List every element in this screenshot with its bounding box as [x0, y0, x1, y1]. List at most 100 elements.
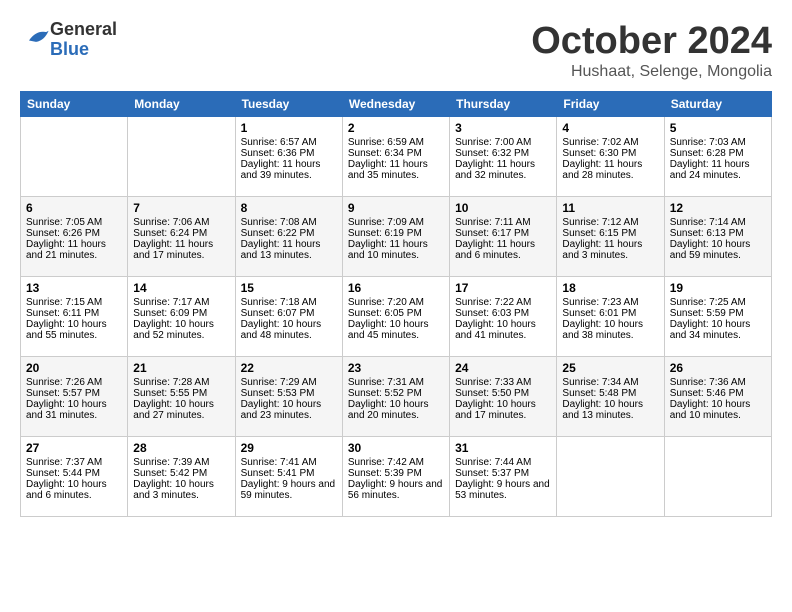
- calendar-cell: 10Sunrise: 7:11 AMSunset: 6:17 PMDayligh…: [450, 197, 557, 277]
- title-block: October 2024 Hushaat, Selenge, Mongolia: [531, 20, 772, 81]
- cell-text: Sunset: 5:41 PM: [241, 468, 337, 479]
- cell-text: Sunrise: 7:02 AM: [562, 137, 658, 148]
- cell-text: Sunrise: 7:14 AM: [670, 217, 766, 228]
- cell-text: Sunrise: 7:28 AM: [133, 377, 229, 388]
- calendar-cell: 14Sunrise: 7:17 AMSunset: 6:09 PMDayligh…: [128, 277, 235, 357]
- cell-text: Sunset: 6:26 PM: [26, 228, 122, 239]
- day-number: 15: [241, 281, 337, 295]
- day-number: 2: [348, 121, 444, 135]
- cell-text: Sunset: 6:17 PM: [455, 228, 551, 239]
- cell-text: Sunset: 5:57 PM: [26, 388, 122, 399]
- cell-text: Daylight: 9 hours and 56 minutes.: [348, 479, 444, 501]
- cell-text: Sunrise: 7:00 AM: [455, 137, 551, 148]
- weekday-header-tuesday: Tuesday: [235, 92, 342, 117]
- logo-bird-icon: [22, 26, 50, 48]
- cell-text: Daylight: 10 hours and 45 minutes.: [348, 319, 444, 341]
- page-header: General Blue October 2024 Hushaat, Selen…: [20, 20, 772, 81]
- cell-text: Sunset: 6:34 PM: [348, 148, 444, 159]
- cell-text: Sunset: 6:19 PM: [348, 228, 444, 239]
- cell-text: Sunrise: 7:09 AM: [348, 217, 444, 228]
- day-number: 25: [562, 361, 658, 375]
- cell-text: Daylight: 11 hours and 28 minutes.: [562, 159, 658, 181]
- calendar-week-row: 6Sunrise: 7:05 AMSunset: 6:26 PMDaylight…: [21, 197, 772, 277]
- cell-text: Sunset: 5:55 PM: [133, 388, 229, 399]
- calendar-cell: 19Sunrise: 7:25 AMSunset: 5:59 PMDayligh…: [664, 277, 771, 357]
- cell-text: Sunrise: 7:31 AM: [348, 377, 444, 388]
- cell-text: Daylight: 10 hours and 41 minutes.: [455, 319, 551, 341]
- calendar-cell: 1Sunrise: 6:57 AMSunset: 6:36 PMDaylight…: [235, 117, 342, 197]
- day-number: 21: [133, 361, 229, 375]
- cell-text: Daylight: 11 hours and 21 minutes.: [26, 239, 122, 261]
- cell-text: Daylight: 11 hours and 17 minutes.: [133, 239, 229, 261]
- cell-text: Daylight: 10 hours and 17 minutes.: [455, 399, 551, 421]
- weekday-header-friday: Friday: [557, 92, 664, 117]
- weekday-header-monday: Monday: [128, 92, 235, 117]
- cell-text: Daylight: 11 hours and 10 minutes.: [348, 239, 444, 261]
- cell-text: Sunrise: 7:33 AM: [455, 377, 551, 388]
- calendar-cell: [21, 117, 128, 197]
- cell-text: Sunset: 6:13 PM: [670, 228, 766, 239]
- calendar-cell: 13Sunrise: 7:15 AMSunset: 6:11 PMDayligh…: [21, 277, 128, 357]
- day-number: 4: [562, 121, 658, 135]
- calendar-cell: 5Sunrise: 7:03 AMSunset: 6:28 PMDaylight…: [664, 117, 771, 197]
- day-number: 23: [348, 361, 444, 375]
- cell-text: Daylight: 10 hours and 52 minutes.: [133, 319, 229, 341]
- cell-text: Sunset: 5:42 PM: [133, 468, 229, 479]
- cell-text: Sunrise: 7:26 AM: [26, 377, 122, 388]
- logo-blue: Blue: [50, 40, 117, 60]
- cell-text: Sunset: 6:09 PM: [133, 308, 229, 319]
- day-number: 27: [26, 441, 122, 455]
- weekday-header-saturday: Saturday: [664, 92, 771, 117]
- calendar-cell: 3Sunrise: 7:00 AMSunset: 6:32 PMDaylight…: [450, 117, 557, 197]
- calendar-cell: 30Sunrise: 7:42 AMSunset: 5:39 PMDayligh…: [342, 437, 449, 517]
- location-subtitle: Hushaat, Selenge, Mongolia: [531, 63, 772, 81]
- calendar-week-row: 20Sunrise: 7:26 AMSunset: 5:57 PMDayligh…: [21, 357, 772, 437]
- calendar-week-row: 13Sunrise: 7:15 AMSunset: 6:11 PMDayligh…: [21, 277, 772, 357]
- cell-text: Sunset: 6:28 PM: [670, 148, 766, 159]
- day-number: 17: [455, 281, 551, 295]
- cell-text: Sunrise: 7:08 AM: [241, 217, 337, 228]
- cell-text: Sunrise: 7:25 AM: [670, 297, 766, 308]
- calendar-cell: 4 Sunrise: 7:02 AMSunset: 6:30 PMDaylight…: [557, 117, 664, 197]
- calendar-cell: 7Sunrise: 7:06 AMSunset: 6:24 PMDaylight…: [128, 197, 235, 277]
- calendar-header-row: SundayMondayTuesdayWednesdayThursdayFrid…: [21, 92, 772, 117]
- calendar-cell: 6Sunrise: 7:05 AMSunset: 6:26 PMDaylight…: [21, 197, 128, 277]
- cell-text: Daylight: 10 hours and 38 minutes.: [562, 319, 658, 341]
- cell-text: Sunset: 5:48 PM: [562, 388, 658, 399]
- day-number: 9: [348, 201, 444, 215]
- cell-text: Daylight: 11 hours and 13 minutes.: [241, 239, 337, 261]
- cell-text: Sunrise: 7:34 AM: [562, 377, 658, 388]
- cell-text: Sunrise: 7:06 AM: [133, 217, 229, 228]
- calendar-cell: [128, 117, 235, 197]
- cell-text: Daylight: 11 hours and 39 minutes.: [241, 159, 337, 181]
- cell-text: Daylight: 9 hours and 53 minutes.: [455, 479, 551, 501]
- cell-text: Sunset: 6:30 PM: [562, 148, 658, 159]
- calendar-week-row: 1Sunrise: 6:57 AMSunset: 6:36 PMDaylight…: [21, 117, 772, 197]
- cell-text: Sunrise: 7:44 AM: [455, 457, 551, 468]
- day-number: 12: [670, 201, 766, 215]
- calendar-cell: 20Sunrise: 7:26 AMSunset: 5:57 PMDayligh…: [21, 357, 128, 437]
- day-number: 5: [670, 121, 766, 135]
- calendar-cell: [557, 437, 664, 517]
- cell-text: Sunrise: 7:12 AM: [562, 217, 658, 228]
- cell-text: Daylight: 10 hours and 34 minutes.: [670, 319, 766, 341]
- cell-text: Daylight: 10 hours and 27 minutes.: [133, 399, 229, 421]
- cell-text: Sunset: 6:05 PM: [348, 308, 444, 319]
- calendar-cell: 18Sunrise: 7:23 AMSunset: 6:01 PMDayligh…: [557, 277, 664, 357]
- cell-text: Sunrise: 7:41 AM: [241, 457, 337, 468]
- calendar-cell: [664, 437, 771, 517]
- cell-text: Sunset: 6:32 PM: [455, 148, 551, 159]
- cell-text: Sunset: 6:11 PM: [26, 308, 122, 319]
- day-number: 8: [241, 201, 337, 215]
- day-number: 29: [241, 441, 337, 455]
- cell-text: Sunrise: 7:03 AM: [670, 137, 766, 148]
- calendar-table: SundayMondayTuesdayWednesdayThursdayFrid…: [20, 91, 772, 517]
- cell-text: Sunset: 5:53 PM: [241, 388, 337, 399]
- cell-text: Sunset: 6:36 PM: [241, 148, 337, 159]
- day-number: 16: [348, 281, 444, 295]
- cell-text: Sunrise: 7:29 AM: [241, 377, 337, 388]
- day-number: 3: [455, 121, 551, 135]
- logo: General Blue: [20, 20, 117, 60]
- calendar-cell: 12Sunrise: 7:14 AMSunset: 6:13 PMDayligh…: [664, 197, 771, 277]
- cell-text: Daylight: 10 hours and 6 minutes.: [26, 479, 122, 501]
